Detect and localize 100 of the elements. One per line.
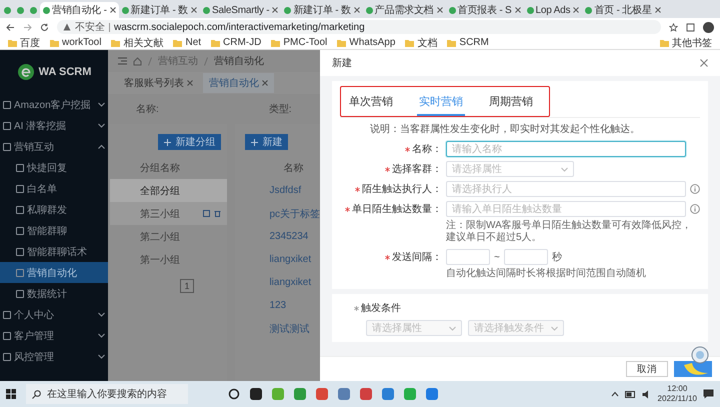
bookmark[interactable]: PMC-Tool	[271, 37, 328, 48]
group-row[interactable]: 全部分组	[110, 179, 228, 202]
menu-item[interactable]: 客户管理	[0, 325, 108, 346]
page-tab[interactable]: 客服账号列表	[118, 73, 199, 93]
browser-tab[interactable]: SaleSmartly -	[200, 2, 282, 18]
browser-tab[interactable]: 营销自动化 -	[40, 2, 119, 18]
notification-icon[interactable]	[703, 389, 714, 399]
bookmark[interactable]: Net	[173, 37, 202, 48]
tab-close-icon[interactable]	[110, 7, 116, 13]
folder-icon	[211, 38, 220, 46]
field-label: 陌生触达执行人：	[362, 182, 442, 196]
page-number[interactable]: 1	[180, 279, 194, 293]
submenu-item[interactable]: 快捷回复	[0, 157, 108, 178]
bookmark[interactable]: WhatsApp	[337, 37, 396, 48]
column-header: 分组名称	[139, 162, 181, 176]
add-group-button[interactable]: 新建分组	[158, 134, 222, 150]
square-icon[interactable]	[686, 22, 695, 32]
tab-close-icon[interactable]	[354, 7, 360, 13]
tab-close-icon[interactable]	[272, 7, 278, 13]
trash-icon[interactable]	[214, 210, 222, 217]
browser-tab[interactable]: Lop Ads	[524, 2, 582, 18]
text-field[interactable]: 请输入名称	[446, 141, 686, 157]
marketing-tab[interactable]: 周期营销	[487, 91, 535, 116]
chevron-up-icon	[98, 144, 105, 149]
circle-icon[interactable]	[228, 388, 240, 400]
warning-icon	[63, 23, 71, 31]
tab-close-icon[interactable]	[654, 7, 661, 13]
cancel-button[interactable]: 取消	[626, 361, 668, 377]
submenu-item[interactable]: 私聊群发	[0, 199, 108, 220]
group-row[interactable]: 第二小组	[110, 225, 228, 248]
windows-icon[interactable]	[6, 389, 16, 399]
avatar-icon[interactable]	[703, 22, 714, 32]
chevron-icon	[98, 102, 105, 107]
tab-close-icon[interactable]	[573, 7, 580, 13]
folder-icon	[173, 38, 182, 46]
submenu-item[interactable]: 营销自动化	[0, 262, 108, 283]
favicon-icon	[122, 6, 129, 14]
chevron-icon	[98, 123, 105, 128]
clock-time[interactable]: 12:00	[667, 384, 688, 394]
menu-item[interactable]: AI 潜客挖掘	[0, 115, 108, 136]
tab-close-icon[interactable]	[262, 80, 268, 86]
submenu-item[interactable]: 智能群聊话术	[0, 241, 108, 262]
close-button[interactable]	[698, 57, 710, 69]
tab-close-icon[interactable]	[514, 7, 521, 13]
marketing-tab[interactable]: 实时营销	[417, 91, 465, 116]
tab-close-icon[interactable]	[187, 80, 193, 86]
home-icon[interactable]	[133, 56, 142, 66]
address-bar[interactable]: 不安全 wascrm.socialepoch.com/interactivemarketing/marketing	[57, 20, 661, 34]
menu-item[interactable]: 风控管理	[0, 346, 108, 367]
tab-close-icon[interactable]	[436, 7, 443, 13]
app-icon[interactable]	[250, 388, 262, 400]
bookmark[interactable]: 文档	[405, 36, 438, 50]
menu-item[interactable]: Amazon客户挖掘	[0, 94, 108, 115]
browser-tab[interactable]: 新建订单 - 数	[118, 2, 200, 18]
browser-tab[interactable]: 新建订单 - 数	[281, 2, 363, 18]
favicon-icon	[526, 6, 534, 14]
bookmark[interactable]: workTool	[50, 37, 102, 48]
menu-item[interactable]: 个人中心	[0, 304, 108, 325]
slash-icon	[148, 56, 152, 66]
range-separator: ~	[494, 252, 500, 262]
bookmark[interactable]: SCRM	[447, 37, 489, 48]
clock-date[interactable]: 2022/11/10	[658, 394, 697, 404]
battery-icon[interactable]	[624, 390, 636, 398]
group-row[interactable]: 第三小组	[110, 202, 228, 225]
submenu-item[interactable]: 智能群聊	[0, 220, 108, 241]
required-icon	[354, 306, 359, 310]
tab-close-icon[interactable]	[191, 7, 198, 13]
plus-icon	[164, 138, 172, 146]
browser-tab[interactable]: 首页 - 北极星	[582, 2, 664, 18]
search-field[interactable]: 在这里输入你要搜索的内容	[26, 384, 188, 404]
menu-item[interactable]: 营销互动	[0, 136, 108, 157]
drawer-title: 新建	[332, 56, 352, 70]
browser-tab[interactable]: 产品需求文档	[362, 2, 446, 18]
star-icon[interactable]	[669, 22, 678, 32]
bookmark[interactable]: CRM-JD	[211, 37, 262, 48]
folder-icon	[660, 38, 669, 46]
browser-tab[interactable]: 首页报表 - S	[446, 2, 524, 18]
reload-icon[interactable]	[40, 22, 49, 32]
bookmark[interactable]: 百度	[8, 36, 40, 50]
slash-icon	[204, 56, 208, 66]
chevron-icon	[98, 354, 105, 359]
filter-label: 类型:	[268, 102, 292, 116]
caret-up-icon[interactable]	[610, 391, 619, 397]
section-title: 触发条件	[361, 302, 401, 315]
breadcrumb-link[interactable]: 营销自动化	[214, 54, 264, 68]
marketing-tab[interactable]: 单次营销	[347, 91, 395, 116]
bookmark[interactable]: 相关文献	[111, 36, 164, 50]
bookmark[interactable]: 其他书签	[660, 36, 712, 50]
edit-icon[interactable]	[203, 210, 210, 217]
group-row[interactable]: 第一小组	[110, 248, 228, 271]
menu-icon[interactable]	[118, 57, 127, 65]
add-button[interactable]: 新建	[245, 134, 288, 150]
forward-icon[interactable]	[23, 22, 32, 32]
back-icon[interactable]	[6, 22, 15, 32]
max-field[interactable]	[504, 249, 548, 265]
submenu-item[interactable]: 白名单	[0, 178, 108, 199]
hint-text: 注：限制WA客服号单日陌生触达数量可有效降低风控，建议单日不超过5人。	[445, 219, 693, 245]
column-header: 名称	[282, 162, 304, 176]
submenu-item[interactable]: 数据统计	[0, 283, 108, 304]
min-field[interactable]	[446, 249, 490, 265]
